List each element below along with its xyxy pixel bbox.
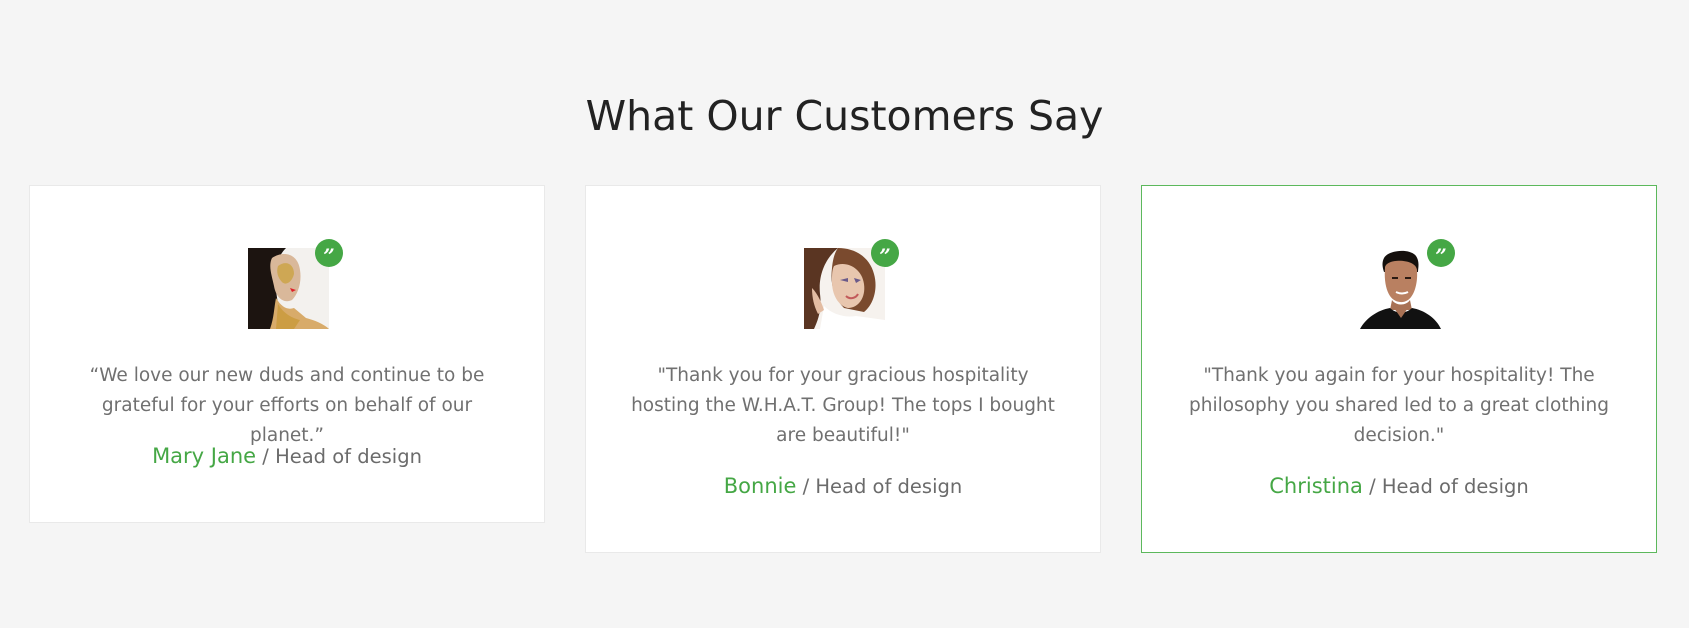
testimonial-quote: "Thank you again for your hospitality! T… (1189, 365, 1609, 446)
avatar-container: ” (804, 239, 899, 329)
quote-icon: ” (315, 239, 343, 268)
author-name: Mary Jane (152, 444, 257, 468)
testimonial-author: Christina / Head of design (1142, 474, 1656, 498)
testimonial-author: Bonnie / Head of design (586, 474, 1100, 498)
quote-icon: ” (871, 239, 899, 268)
author-role: Head of design (1381, 475, 1529, 498)
testimonial-card[interactable]: ” "Thank you for your gracious hospitali… (585, 185, 1101, 553)
author-separator: / (1369, 475, 1376, 498)
author-separator: / (262, 445, 269, 468)
author-role: Head of design (815, 475, 963, 498)
author-role: Head of design (275, 445, 422, 468)
author-separator: / (802, 475, 810, 498)
testimonial-quote: “We love our new duds and continue to be… (89, 365, 485, 446)
section-title: What Our Customers Say (585, 92, 1104, 140)
avatar-container: ” (248, 239, 343, 329)
testimonial-card[interactable]: ” "Thank you again for your hospitality!… (1141, 185, 1657, 553)
testimonial-quote: "Thank you for your gracious hospitality… (631, 365, 1055, 446)
quote-icon: ” (1427, 239, 1455, 268)
author-name: Bonnie (723, 474, 797, 498)
testimonial-author: Mary Jane / Head of design (30, 444, 544, 468)
testimonial-card[interactable]: ” “We love our new duds and continue to … (29, 185, 545, 523)
avatar-container: ” (1360, 239, 1455, 329)
author-name: Christina (1269, 474, 1363, 498)
